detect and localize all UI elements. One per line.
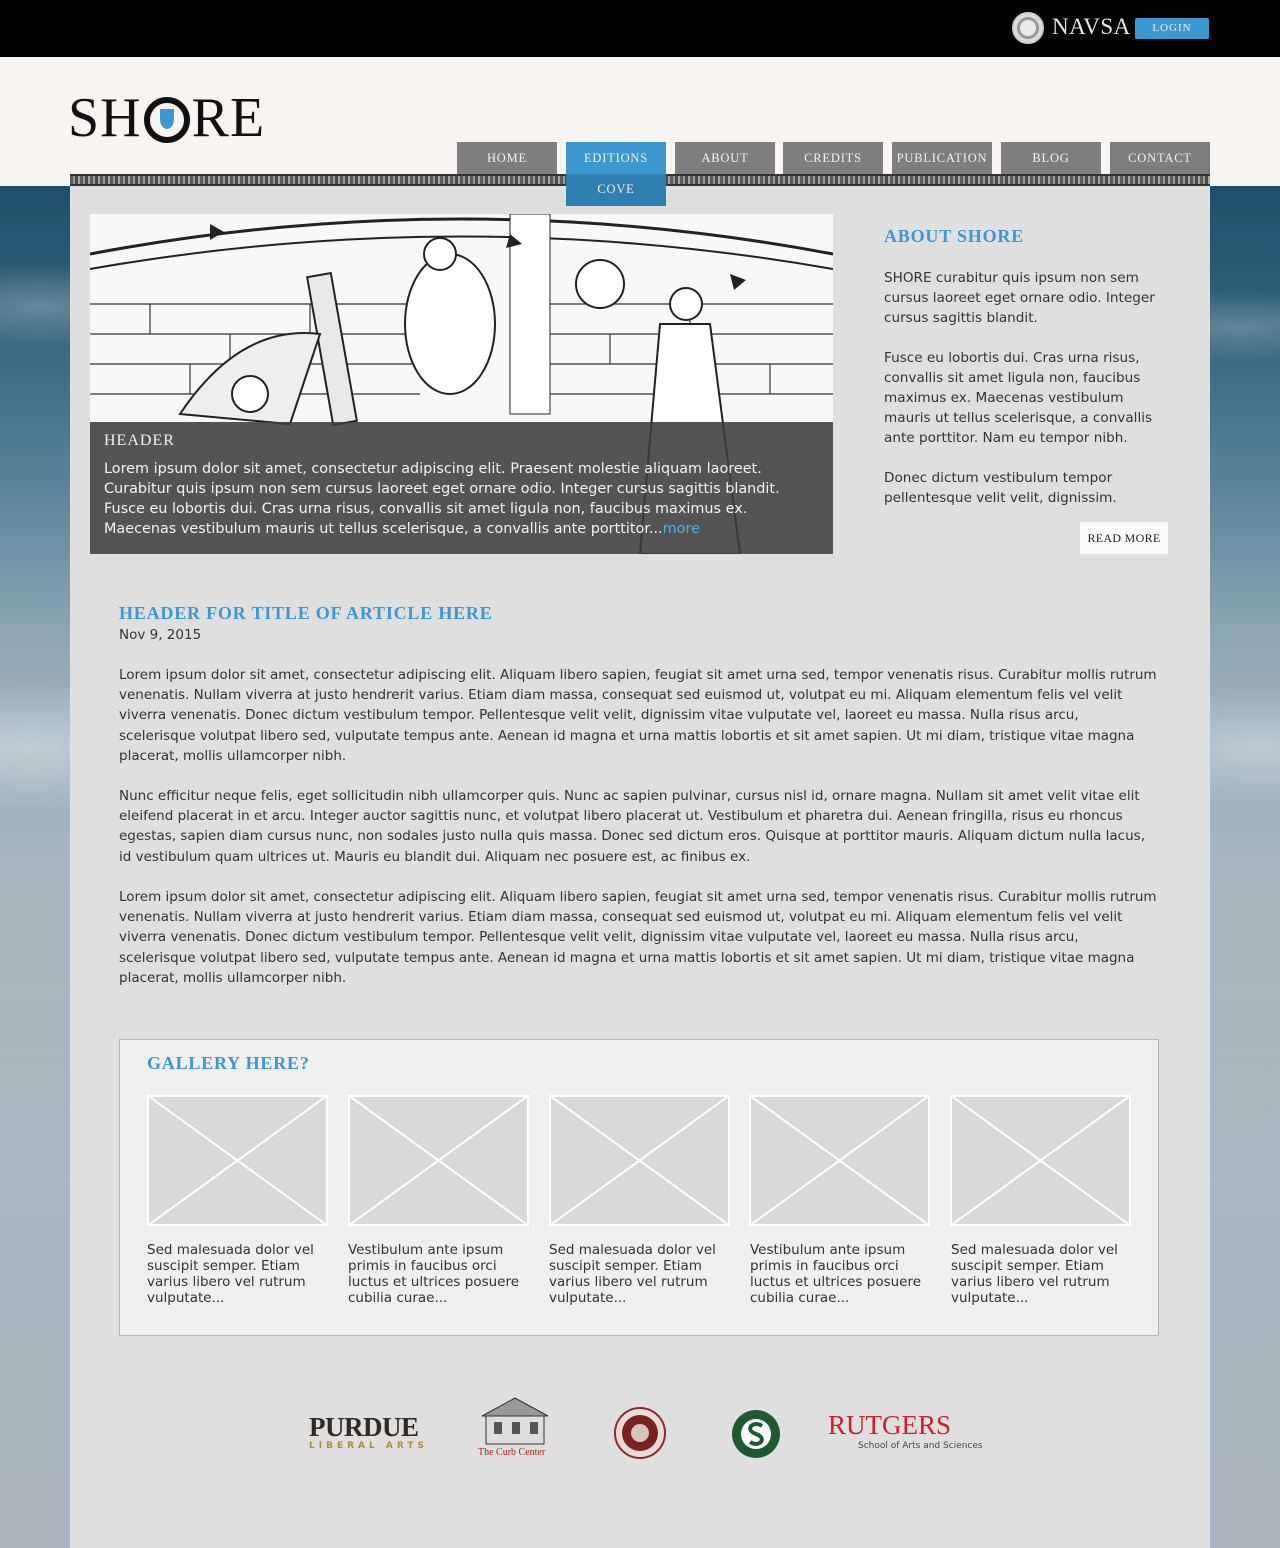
about-paragraph: Donec dictum vestibulum tempor pellentes… [884,470,1117,506]
submenu-cove[interactable]: COVE [566,174,666,206]
gallery-caption: Vestibulum ante ipsum primis in faucibus… [348,1242,520,1306]
gallery-thumbnail[interactable] [549,1095,730,1226]
shore-logo[interactable]: SH RE [68,87,266,149]
nav-blog[interactable]: BLOG [1001,142,1101,174]
article-title[interactable]: HEADER FOR TITLE OF ARTICLE HERE [119,603,493,624]
seal-logo-icon[interactable] [614,1407,666,1459]
purdue-logo[interactable]: PURDUE [309,1413,419,1441]
hero-title: HEADER [104,432,175,449]
gallery-caption: Sed malesuada dolor vel suscipit semper.… [549,1242,716,1306]
top-bar: NAVSA LOGIN [0,0,1280,57]
navsa-label[interactable]: NAVSA [1052,14,1131,40]
logo-text-right: RE [191,87,266,149]
hero-feature[interactable]: HEADER Lorem ipsum dolor sit amet, conse… [90,214,833,554]
hero-text: Lorem ipsum dolor sit amet, consectetur … [104,459,819,539]
curb-center-name: The Curb Center [478,1447,546,1458]
s-circle-logo-icon[interactable] [731,1409,781,1459]
navsa-logo-icon[interactable] [1012,12,1044,44]
nav-contact[interactable]: CONTACT [1110,142,1210,174]
login-button[interactable]: LOGIN [1135,18,1209,39]
rutgers-logo-sub: School of Arts and Sciences [858,1441,983,1451]
nav-publication[interactable]: PUBLICATION [892,142,992,174]
pen-nib-icon [143,97,190,143]
hero-caption: HEADER Lorem ipsum dolor sit amet, conse… [90,422,833,554]
article-paragraph: Lorem ipsum dolor sit amet, consectetur … [119,889,1157,986]
gallery-thumbnail[interactable] [950,1095,1131,1226]
nav-editions[interactable]: EDITIONS [566,142,666,176]
gallery-thumbnail[interactable] [348,1095,529,1226]
curb-center-logo-icon[interactable] [478,1396,552,1446]
about-title: ABOUT SHORE [884,226,1025,246]
article-date: Nov 9, 2015 [119,627,202,643]
read-more-button[interactable]: READ MORE [1080,522,1168,554]
article-paragraph: Lorem ipsum dolor sit amet, consectetur … [119,667,1157,764]
hero-more-link[interactable]: more [663,521,700,537]
gallery-caption: Vestibulum ante ipsum primis in faucibus… [750,1242,922,1306]
article-paragraph: Nunc efficitur neque felis, eget sollici… [119,788,1145,865]
about-paragraph: Fusce eu lobortis dui. Cras urna risus, … [884,350,1153,446]
nav-about[interactable]: ABOUT [675,142,775,174]
nav-home[interactable]: HOME [457,142,557,174]
gallery-thumbnail[interactable] [147,1095,328,1226]
nav-credits[interactable]: CREDITS [783,142,883,174]
gallery-title: GALLERY HERE? [147,1053,310,1073]
gallery-caption: Sed malesuada dolor vel suscipit semper.… [951,1242,1118,1306]
purdue-logo-sub: LIBERAL ARTS [309,1441,428,1451]
gallery-caption: Sed malesuada dolor vel suscipit semper.… [147,1242,314,1306]
gallery-thumbnail[interactable] [749,1095,930,1226]
about-paragraph: SHORE curabitur quis ipsum non sem cursu… [884,270,1155,326]
logo-text-left: SH [68,87,142,149]
rutgers-logo[interactable]: RUTGERS [828,1411,951,1439]
